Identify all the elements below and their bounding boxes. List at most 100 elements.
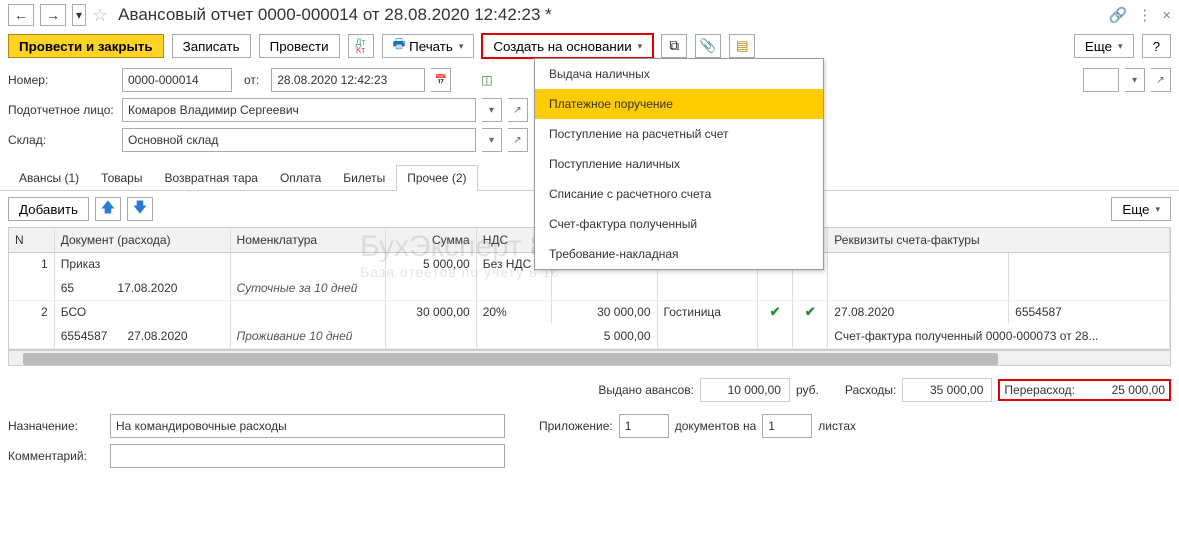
expense-value: 35 000,00 <box>902 378 992 402</box>
menu-item-bank-writeoff[interactable]: Списание с расчетного счета <box>535 179 823 209</box>
cell-n: 1 <box>9 252 54 276</box>
move-up-button[interactable]: 🡅 <box>95 197 121 221</box>
nav-forward-button[interactable]: → <box>40 4 66 26</box>
arrow-down-icon: 🡇 <box>133 197 147 221</box>
move-down-button[interactable]: 🡇 <box>127 197 153 221</box>
comment-label: Комментарий: <box>8 449 104 463</box>
help-button[interactable]: ? <box>1142 34 1171 58</box>
arrow-up-icon: 🡅 <box>101 197 115 221</box>
menu-item-cash-receipt[interactable]: Поступление наличных <box>535 149 823 179</box>
attach-button[interactable]: 📎 <box>695 34 721 58</box>
menu-item-bank-receipt[interactable]: Поступление на расчетный счет <box>535 119 823 149</box>
table-row[interactable]: 2 БСО 30 000,00 20% 30 000,00 Гостиница … <box>9 300 1170 324</box>
check-icon: ✔ <box>770 304 781 319</box>
cell-nom <box>230 252 386 276</box>
menu-item-invoice-received[interactable]: Счет-фактура полученный <box>535 209 823 239</box>
cell-nds2: 5 000,00 <box>476 324 657 348</box>
toolbar-more-button[interactable]: Еще <box>1074 34 1134 58</box>
printer-icon: 🖶 <box>393 35 406 57</box>
number-input[interactable]: 0000-000014 <box>122 68 232 92</box>
nav-back-button[interactable]: ← <box>8 4 34 26</box>
save-button[interactable]: Записать <box>172 34 251 58</box>
page-title: Авансовый отчет 0000-000014 от 28.08.202… <box>118 5 552 25</box>
cell-nom2: Суточные за 10 дней <box>230 276 386 300</box>
tab-return-packaging[interactable]: Возвратная тара <box>153 165 269 191</box>
structure-icon: ⧉ <box>669 38 679 54</box>
attach-input[interactable]: 1 <box>619 414 669 438</box>
titlebar: ← → ▾ ☆ Авансовый отчет 0000-000014 от 2… <box>0 0 1179 30</box>
calendar-button[interactable]: 📅 <box>431 68 451 92</box>
sheets-input[interactable]: 1 <box>762 414 812 438</box>
post-button[interactable]: Провести <box>259 34 340 58</box>
star-icon[interactable]: ☆ <box>92 5 108 26</box>
link-icon[interactable]: 🔗 <box>1109 6 1128 24</box>
post-close-button[interactable]: Провести и закрыть <box>8 34 164 58</box>
titlebar-actions: 🔗 ⋮ × <box>1109 6 1171 24</box>
tab-tickets[interactable]: Билеты <box>332 165 396 191</box>
date-input[interactable]: 28.08.2020 12:42:23 <box>271 68 425 92</box>
cell-sf[interactable]: ✔ <box>757 300 792 324</box>
scrollbar-thumb[interactable] <box>23 353 998 365</box>
warehouse-open[interactable]: ↗ <box>508 128 528 152</box>
add-row-button[interactable]: Добавить <box>8 197 89 221</box>
person-dd[interactable]: ▾ <box>482 98 502 122</box>
th-req[interactable]: Реквизиты счета-фактуры <box>828 228 1170 252</box>
warehouse-dd[interactable]: ▾ <box>482 128 502 152</box>
menu-item-demand-invoice[interactable]: Требование-накладная <box>535 239 823 269</box>
menu-item-payment-order[interactable]: Платежное поручение <box>535 89 823 119</box>
list-button[interactable]: ▤ <box>729 34 755 58</box>
table-row[interactable]: 6554587 27.08.2020 Проживание 10 дней 5 … <box>9 324 1170 348</box>
more-icon[interactable]: ⋮ <box>1137 6 1152 24</box>
tab-payment[interactable]: Оплата <box>269 165 332 191</box>
person-open[interactable]: ↗ <box>508 98 528 122</box>
comment-input[interactable] <box>110 444 505 468</box>
cell-ext <box>1009 252 1170 276</box>
number-label: Номер: <box>8 73 116 87</box>
dtkt-button[interactable]: ДтКт <box>348 34 374 58</box>
arrow-left-icon: ← <box>14 8 28 22</box>
cell-req2: Счет-фактура полученный 0000-000073 от 2… <box>828 324 1170 348</box>
cell-nom2: Проживание 10 дней <box>230 324 386 348</box>
tab-other[interactable]: Прочее (2) <box>396 165 477 191</box>
totals-row: Выдано авансов: 10 000,00 руб. Расходы: … <box>0 370 1179 410</box>
extra-field-1-dd[interactable]: ▾ <box>1125 68 1145 92</box>
tab-advances[interactable]: Авансы (1) <box>8 165 90 191</box>
menu-item-cash-issue[interactable]: Выдача наличных <box>535 59 823 89</box>
calendar-icon: 📅 <box>435 75 447 86</box>
tab-goods[interactable]: Товары <box>90 165 153 191</box>
chevron-down-icon: ▾ <box>76 8 82 22</box>
cell-req <box>828 252 1009 276</box>
sheets-label: листах <box>818 419 856 433</box>
table-row[interactable]: 65 17.08.2020 Суточные за 10 дней <box>9 276 1170 300</box>
nav-dropdown-button[interactable]: ▾ <box>72 4 86 26</box>
person-label: Подотчетное лицо: <box>8 103 116 117</box>
person-input[interactable]: Комаров Владимир Сергеевич <box>122 98 476 122</box>
arrow-right-icon: → <box>46 8 60 22</box>
warehouse-input[interactable]: Основной склад <box>122 128 476 152</box>
th-nom[interactable]: Номенклатура <box>230 228 386 252</box>
expense-label: Расходы: <box>845 383 897 397</box>
create-based-button[interactable]: Создать на основании <box>482 34 653 58</box>
print-button[interactable]: 🖶Печать <box>382 34 475 58</box>
cell-req-num: 6554587 <box>1009 300 1170 324</box>
close-icon[interactable]: × <box>1162 7 1171 24</box>
th-n[interactable]: N <box>9 228 54 252</box>
attach-label: Приложение: <box>539 419 613 433</box>
status-icon[interactable]: ◫ <box>481 73 492 87</box>
structure-button[interactable]: ⧉ <box>661 34 687 58</box>
horizontal-scrollbar[interactable] <box>8 350 1171 366</box>
print-label: Печать <box>409 39 453 54</box>
purpose-input[interactable]: На командировочные расходы <box>110 414 505 438</box>
cell-bso[interactable]: ✔ <box>793 300 828 324</box>
cell-doc2: 65 17.08.2020 <box>54 276 230 300</box>
extra-field-1-open[interactable]: ↗ <box>1151 68 1171 92</box>
cell-doc: Приказ <box>54 252 230 276</box>
issued-value: 10 000,00 <box>700 378 790 402</box>
table-more-button[interactable]: Еще <box>1111 197 1171 221</box>
th-sum[interactable]: Сумма <box>386 228 476 252</box>
cell-req-date: 27.08.2020 <box>828 300 1009 324</box>
overspend-label: Перерасход: <box>1004 383 1075 397</box>
cell-doc: БСО <box>54 300 230 324</box>
th-doc[interactable]: Документ (расхода) <box>54 228 230 252</box>
extra-field-1[interactable] <box>1083 68 1119 92</box>
